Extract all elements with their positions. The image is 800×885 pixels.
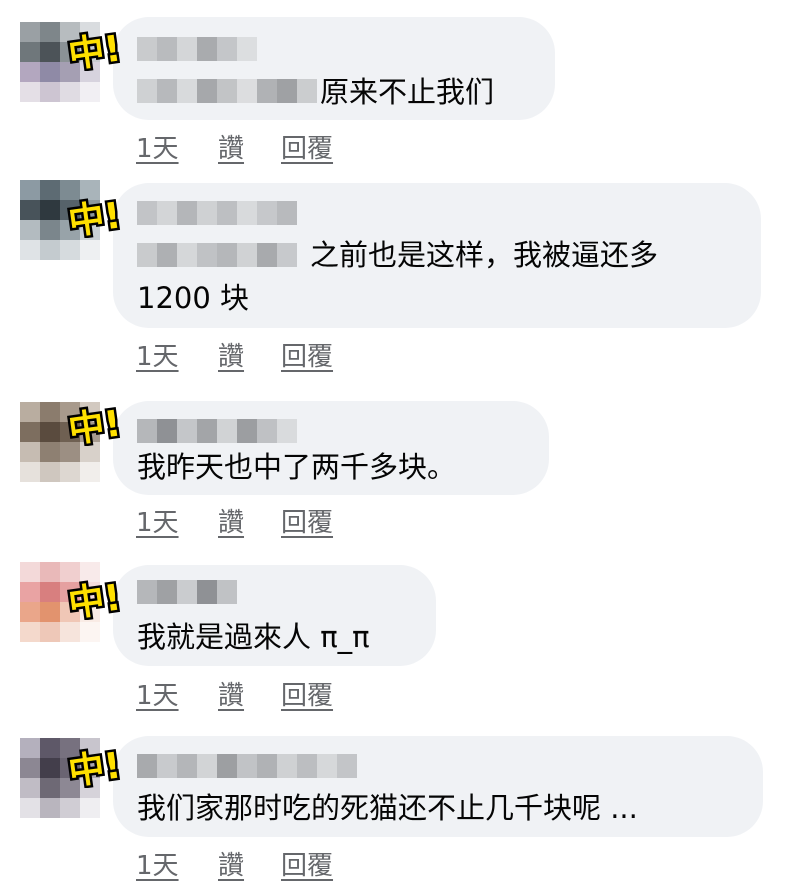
zhong-badge-icon: 中! xyxy=(63,401,126,446)
reply-button[interactable]: 回覆 xyxy=(281,336,333,373)
comment-text: 我们家那时吃的死猫还不止几千块呢 ... xyxy=(137,791,638,825)
redacted-text xyxy=(137,79,317,105)
like-button[interactable]: 讚 xyxy=(218,675,244,712)
timestamp-link[interactable]: 1天 xyxy=(136,845,179,882)
svg-text:中!: 中! xyxy=(66,403,124,446)
timestamp-link[interactable]: 1天 xyxy=(136,128,179,165)
author-name-redacted[interactable] xyxy=(137,580,237,604)
comment-text: 原来不止我们 xyxy=(320,75,495,109)
reply-button[interactable]: 回覆 xyxy=(281,128,333,165)
author-name-redacted[interactable] xyxy=(137,754,357,778)
like-button[interactable]: 讚 xyxy=(218,336,244,373)
timestamp-link[interactable]: 1天 xyxy=(136,336,179,373)
comment-text-line-1: 之前也是这样，我被逼还多 xyxy=(310,238,659,272)
comment-text: 我昨天也中了两千多块。 xyxy=(137,450,457,484)
comment-bubble: 我们家那时吃的死猫还不止几千块呢 ... xyxy=(113,736,763,837)
author-name-redacted[interactable] xyxy=(137,201,297,225)
comment-bubble: 我就是過來人 π_π xyxy=(113,565,436,666)
author-name-redacted[interactable] xyxy=(137,37,257,61)
like-button[interactable]: 讚 xyxy=(218,845,244,882)
zhong-badge-icon: 中! xyxy=(63,575,126,620)
timestamp-link[interactable]: 1天 xyxy=(136,675,179,712)
svg-text:中!: 中! xyxy=(66,28,124,71)
reply-button[interactable]: 回覆 xyxy=(281,845,333,882)
timestamp-link[interactable]: 1天 xyxy=(136,502,179,539)
zhong-badge-icon: 中! xyxy=(63,743,126,788)
comment-bubble: 之前也是这样，我被逼还多 1200 块 xyxy=(113,183,761,328)
svg-text:中!: 中! xyxy=(66,745,124,788)
like-button[interactable]: 讚 xyxy=(218,128,244,165)
svg-text:中!: 中! xyxy=(66,577,124,620)
svg-text:中!: 中! xyxy=(66,195,124,238)
comment-bubble: 我昨天也中了两千多块。 xyxy=(113,401,549,495)
author-name-redacted[interactable] xyxy=(137,419,297,443)
redacted-text xyxy=(137,243,297,269)
comment-text: 我就是過來人 π_π xyxy=(137,620,370,654)
comment-bubble: 原来不止我们 xyxy=(113,17,555,120)
comment-text-line-2: 1200 块 xyxy=(137,281,250,315)
zhong-badge-icon: 中! xyxy=(63,193,126,238)
reply-button[interactable]: 回覆 xyxy=(281,502,333,539)
reply-button[interactable]: 回覆 xyxy=(281,675,333,712)
zhong-badge-icon: 中! xyxy=(63,26,126,71)
like-button[interactable]: 讚 xyxy=(218,502,244,539)
